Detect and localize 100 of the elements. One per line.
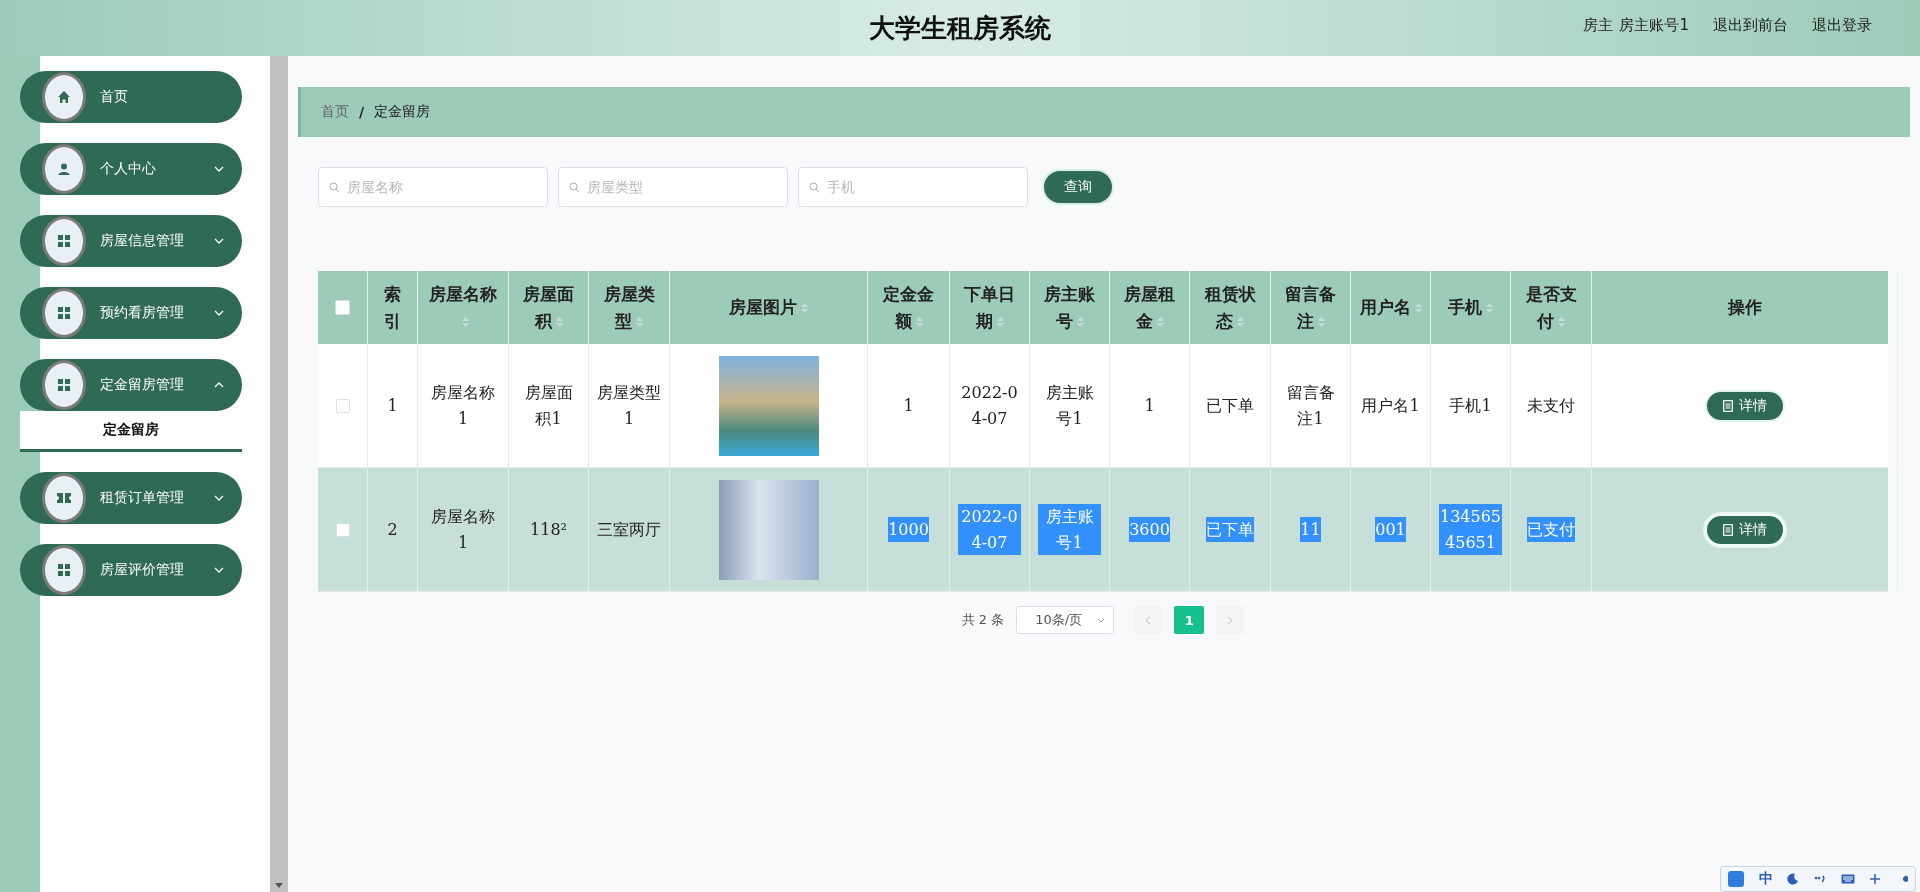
search-field[interactable]: 手机	[798, 167, 1028, 207]
sidebar-item[interactable]: 预约看房管理	[20, 287, 242, 339]
table-cell: 3600	[1129, 516, 1170, 543]
column-header[interactable]: 房屋图片	[729, 294, 808, 321]
table-cell: 13456545651	[1439, 503, 1502, 556]
table-cell-text: 房屋名称1	[430, 381, 496, 430]
table-cell: 已下单	[1206, 516, 1254, 543]
moon-icon[interactable]	[1787, 873, 1800, 885]
grid-icon	[57, 234, 71, 248]
caret-icon	[1097, 617, 1106, 623]
grid-icon	[57, 306, 71, 320]
sort-icon[interactable]	[1156, 316, 1164, 327]
header-link[interactable]: 退出到前台	[1713, 16, 1788, 35]
search-field[interactable]: 房屋类型	[558, 167, 788, 207]
grid-icon	[57, 378, 71, 392]
sidebar-item[interactable]: 个人中心	[20, 143, 242, 195]
chevron-icon	[214, 310, 224, 316]
table-cell-text: 手机1	[1449, 394, 1492, 417]
sort-icon[interactable]	[1414, 303, 1422, 314]
query-button[interactable]: 查询	[1042, 169, 1114, 205]
table-cell-text: 未支付	[1527, 394, 1575, 417]
ime-mode[interactable]: 中	[1758, 870, 1773, 888]
column-header[interactable]: 房屋面积	[517, 281, 580, 334]
column-header[interactable]: 房主账号	[1038, 281, 1101, 334]
sidebar-item[interactable]: 租赁订单管理	[20, 472, 242, 524]
total-count: 共 2 条	[961, 611, 1005, 629]
keyboard-icon[interactable]	[1840, 874, 1855, 884]
row-checkbox[interactable]	[335, 522, 350, 537]
page-size-select[interactable]: 10条/页	[1016, 606, 1115, 634]
detail-button[interactable]: 详情	[1704, 389, 1785, 422]
punctuation-icon[interactable]	[1813, 875, 1826, 883]
table-cell-text: 2022-04-07	[960, 381, 1019, 430]
chevron-icon	[214, 495, 224, 501]
select-all-checkbox[interactable]	[335, 300, 350, 315]
sidebar-item[interactable]: 房屋评价管理	[20, 544, 242, 596]
column-header[interactable]: 留言备注	[1279, 281, 1342, 334]
column-header[interactable]: 房屋类型	[597, 281, 661, 334]
chevron-icon	[214, 567, 224, 573]
tools-icon[interactable]	[1869, 873, 1882, 885]
table-cell-text: 三室两厅	[597, 518, 661, 541]
column-header[interactable]: 房屋租金	[1118, 281, 1181, 334]
ticket-icon	[56, 492, 72, 504]
input-method-logo-icon[interactable]	[1728, 871, 1745, 887]
user-role: 房主	[1583, 16, 1614, 35]
table-cell-text: 1	[1144, 394, 1155, 417]
table-cell-text: 用户名1	[1361, 394, 1420, 417]
sort-icon[interactable]	[801, 303, 808, 314]
chevron-left-icon	[1145, 615, 1152, 625]
detail-button[interactable]: 详情	[1704, 513, 1785, 546]
sort-icon[interactable]	[1486, 303, 1493, 314]
scrollbar[interactable]	[270, 56, 288, 892]
previous-page-button[interactable]	[1134, 606, 1163, 634]
column-header[interactable]: 定金金额	[876, 281, 941, 334]
column-header[interactable]: 操作	[1727, 294, 1762, 321]
column-header[interactable]: 租赁状态	[1198, 281, 1262, 334]
column-header[interactable]: 手机	[1448, 294, 1493, 321]
column-header[interactable]: 索引	[383, 281, 402, 334]
sort-icon[interactable]	[1237, 316, 1244, 327]
submenu-item[interactable]: 定金留房	[20, 411, 242, 452]
home-icon	[57, 90, 71, 104]
chevron-icon	[214, 238, 224, 244]
table-cell: 1000	[888, 516, 929, 543]
sidebar-item[interactable]: 首页	[20, 71, 242, 123]
app-title: 大学生租房系统	[869, 11, 1051, 45]
document-icon	[1722, 523, 1733, 536]
table-cell-text: 1	[903, 394, 914, 417]
table-cell: 已支付	[1527, 516, 1575, 543]
table-cell-text: 2	[387, 518, 398, 541]
table-cell-text: 房屋类型1	[597, 381, 661, 430]
document-icon	[1722, 399, 1733, 412]
sort-icon[interactable]	[461, 316, 469, 327]
sort-icon[interactable]	[996, 316, 1004, 327]
table-cell: 2022-04-07	[958, 503, 1021, 556]
table-cell: 001	[1375, 516, 1406, 543]
column-header[interactable]: 是否支付	[1519, 281, 1583, 334]
sidebar-item[interactable]: 房屋信息管理	[20, 215, 242, 267]
scroll-down-icon[interactable]	[275, 883, 283, 888]
sort-icon[interactable]	[915, 316, 923, 327]
sidebar-item[interactable]: 定金留房管理	[20, 359, 242, 411]
sort-icon[interactable]	[1558, 316, 1565, 327]
header-link[interactable]: 退出登录	[1812, 16, 1872, 35]
column-header[interactable]: 下单日期	[958, 281, 1021, 334]
sort-icon[interactable]	[1317, 316, 1325, 327]
breadcrumb-current: 定金留房	[374, 103, 431, 121]
column-header[interactable]: 房屋名称	[426, 281, 500, 334]
table-cell-text: 118²	[530, 518, 567, 541]
next-page-button[interactable]	[1216, 606, 1245, 634]
table-cell-text: 1	[387, 394, 398, 417]
row-checkbox[interactable]	[335, 398, 350, 413]
table-cell-text: 留言备注1	[1285, 381, 1336, 430]
table-cell-text: 房屋面积1	[523, 381, 574, 430]
breadcrumb-separator: /	[359, 104, 365, 120]
column-header[interactable]: 用户名	[1359, 294, 1422, 321]
table-cell-text: 房屋名称1	[430, 505, 496, 554]
table-cell-text: 已下单	[1206, 394, 1254, 417]
sort-icon[interactable]	[1076, 316, 1084, 327]
sort-icon[interactable]	[555, 316, 563, 327]
search-field[interactable]: 房屋名称	[318, 167, 548, 207]
sort-icon[interactable]	[636, 316, 643, 327]
chevron-right-icon	[1227, 615, 1234, 625]
